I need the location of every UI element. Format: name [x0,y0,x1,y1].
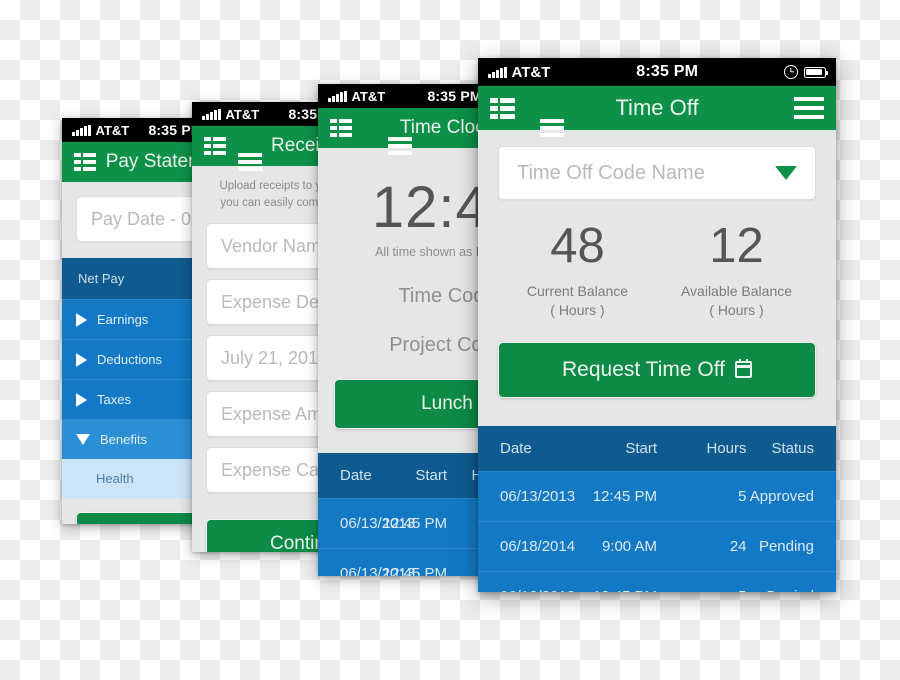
carrier-label: AT&T [225,106,260,122]
available-balance-label-line2: ( Hours ) [709,301,764,318]
time-off-code-placeholder: Time Off Code Name [517,161,705,184]
cell-start: 12:45 PM [567,570,657,592]
current-balance: 48 Current Balance ( Hours ) [498,222,657,320]
cell-date: 06/13/2013 [478,470,575,522]
column-header-status: Status [746,425,836,472]
column-header-date: Date [318,452,383,499]
current-balance-label-line1: Current Balance [526,283,629,299]
time-off-form: Time Off Code Name 48 Current Balance ( … [478,130,836,426]
table-row[interactable]: 06/13/2013 12:45 PM 5 Approved [478,470,836,522]
table-header-row: Date Start Hours Status [478,425,836,472]
signal-strength-icon [488,66,507,78]
pay-row-label: Earnings [97,312,149,327]
signal-strength-icon [328,90,347,102]
status-bar-left: AT&T [72,123,129,138]
cell-start: 12:45 PM [382,547,447,576]
cell-start: 12:45 PM [382,497,447,549]
carrier-label: AT&T [351,88,386,104]
hamburger-icon[interactable] [794,97,824,119]
grid-icon[interactable] [74,153,96,171]
available-balance-label: Available Balance ( Hours ) [657,282,816,320]
pay-row-label: Deductions [97,352,163,367]
hamburger-icon[interactable] [238,153,262,171]
table-row[interactable]: 06/12/2013 12:45 PM 5 Denied [478,570,836,592]
grid-icon[interactable] [490,97,516,119]
cell-start: 9:00 AM [567,520,657,572]
screen-body: Time Off Code Name 48 Current Balance ( … [478,130,836,592]
column-header-start: Start [567,425,657,472]
cell-date: 06/13/2013 [318,547,415,576]
table-body: 06/13/2013 12:45 PM 5 Approved 06/18/201… [478,470,836,592]
cell-date: 06/13/2013 [318,497,415,549]
signal-strength-icon [202,108,221,120]
phone-time-off: AT&T 8:35 PM Time Off Time Off Code Name [478,58,836,592]
cell-hours: 5 [657,570,747,592]
cell-hours: 5 [657,470,747,522]
cell-date: 06/18/2014 [478,520,575,572]
pay-row-label: Benefits [100,432,147,447]
time-off-requests-table: Date Start Hours Status 06/13/2013 12:45… [478,425,836,592]
chevron-right-icon [76,352,87,367]
available-balance-value: 12 [709,219,764,273]
carrier-label: AT&T [511,63,551,81]
request-time-off-label: Request Time Off [561,357,726,381]
available-balance: 12 Available Balance ( Hours ) [657,222,816,320]
grid-icon[interactable] [204,137,226,155]
battery-icon [804,66,829,78]
cell-status: Approved [746,470,836,522]
available-balance-label-line1: Available Balance [680,283,793,299]
balances-section: 48 Current Balance ( Hours ) 12 Availabl… [498,222,816,320]
chevron-right-icon [76,312,87,327]
column-header-start: Start [382,452,447,499]
status-bar-right [784,65,829,79]
column-header-hours: Hours [657,425,747,472]
table-row[interactable]: 06/18/2014 9:00 AM 24 Pending [478,520,836,572]
cell-start: 12:45 PM [567,470,657,522]
current-balance-value: 48 [550,219,605,273]
column-header-date: Date [478,425,568,472]
time-off-code-dropdown[interactable]: Time Off Code Name [498,146,816,200]
status-bar: AT&T 8:35 PM [478,58,836,86]
cell-status: Pending [746,520,836,572]
screenshot-canvas: AT&T 8:35 PM Pay Statement Pay Date - 06… [0,0,900,680]
calendar-icon [735,359,753,379]
cell-status: Denied [746,570,836,592]
clock-icon [784,65,798,79]
status-bar-left: AT&T [202,107,259,122]
cell-hours: 24 [657,520,747,572]
hamburger-icon[interactable] [540,119,564,137]
page-title: Time Off [615,95,699,120]
chevron-down-icon [76,434,90,445]
hamburger-icon[interactable] [388,137,412,155]
nav-bar: Time Off [478,86,836,130]
pay-row-label: Taxes [97,392,131,407]
request-time-off-button[interactable]: Request Time Off [498,341,816,398]
status-bar-left: AT&T [328,89,385,104]
status-bar-clock: 8:35 PM [636,63,699,80]
table-header: Date Start Hours Status [478,425,836,472]
status-bar-left: AT&T [488,64,550,81]
current-balance-label: Current Balance ( Hours ) [498,282,657,320]
chevron-down-icon [775,166,797,180]
current-balance-label-line2: ( Hours ) [550,301,605,318]
chevron-right-icon [76,392,87,407]
cell-date: 06/12/2013 [478,570,575,592]
grid-icon[interactable] [330,119,352,137]
signal-strength-icon [72,124,91,136]
carrier-label: AT&T [95,122,130,138]
